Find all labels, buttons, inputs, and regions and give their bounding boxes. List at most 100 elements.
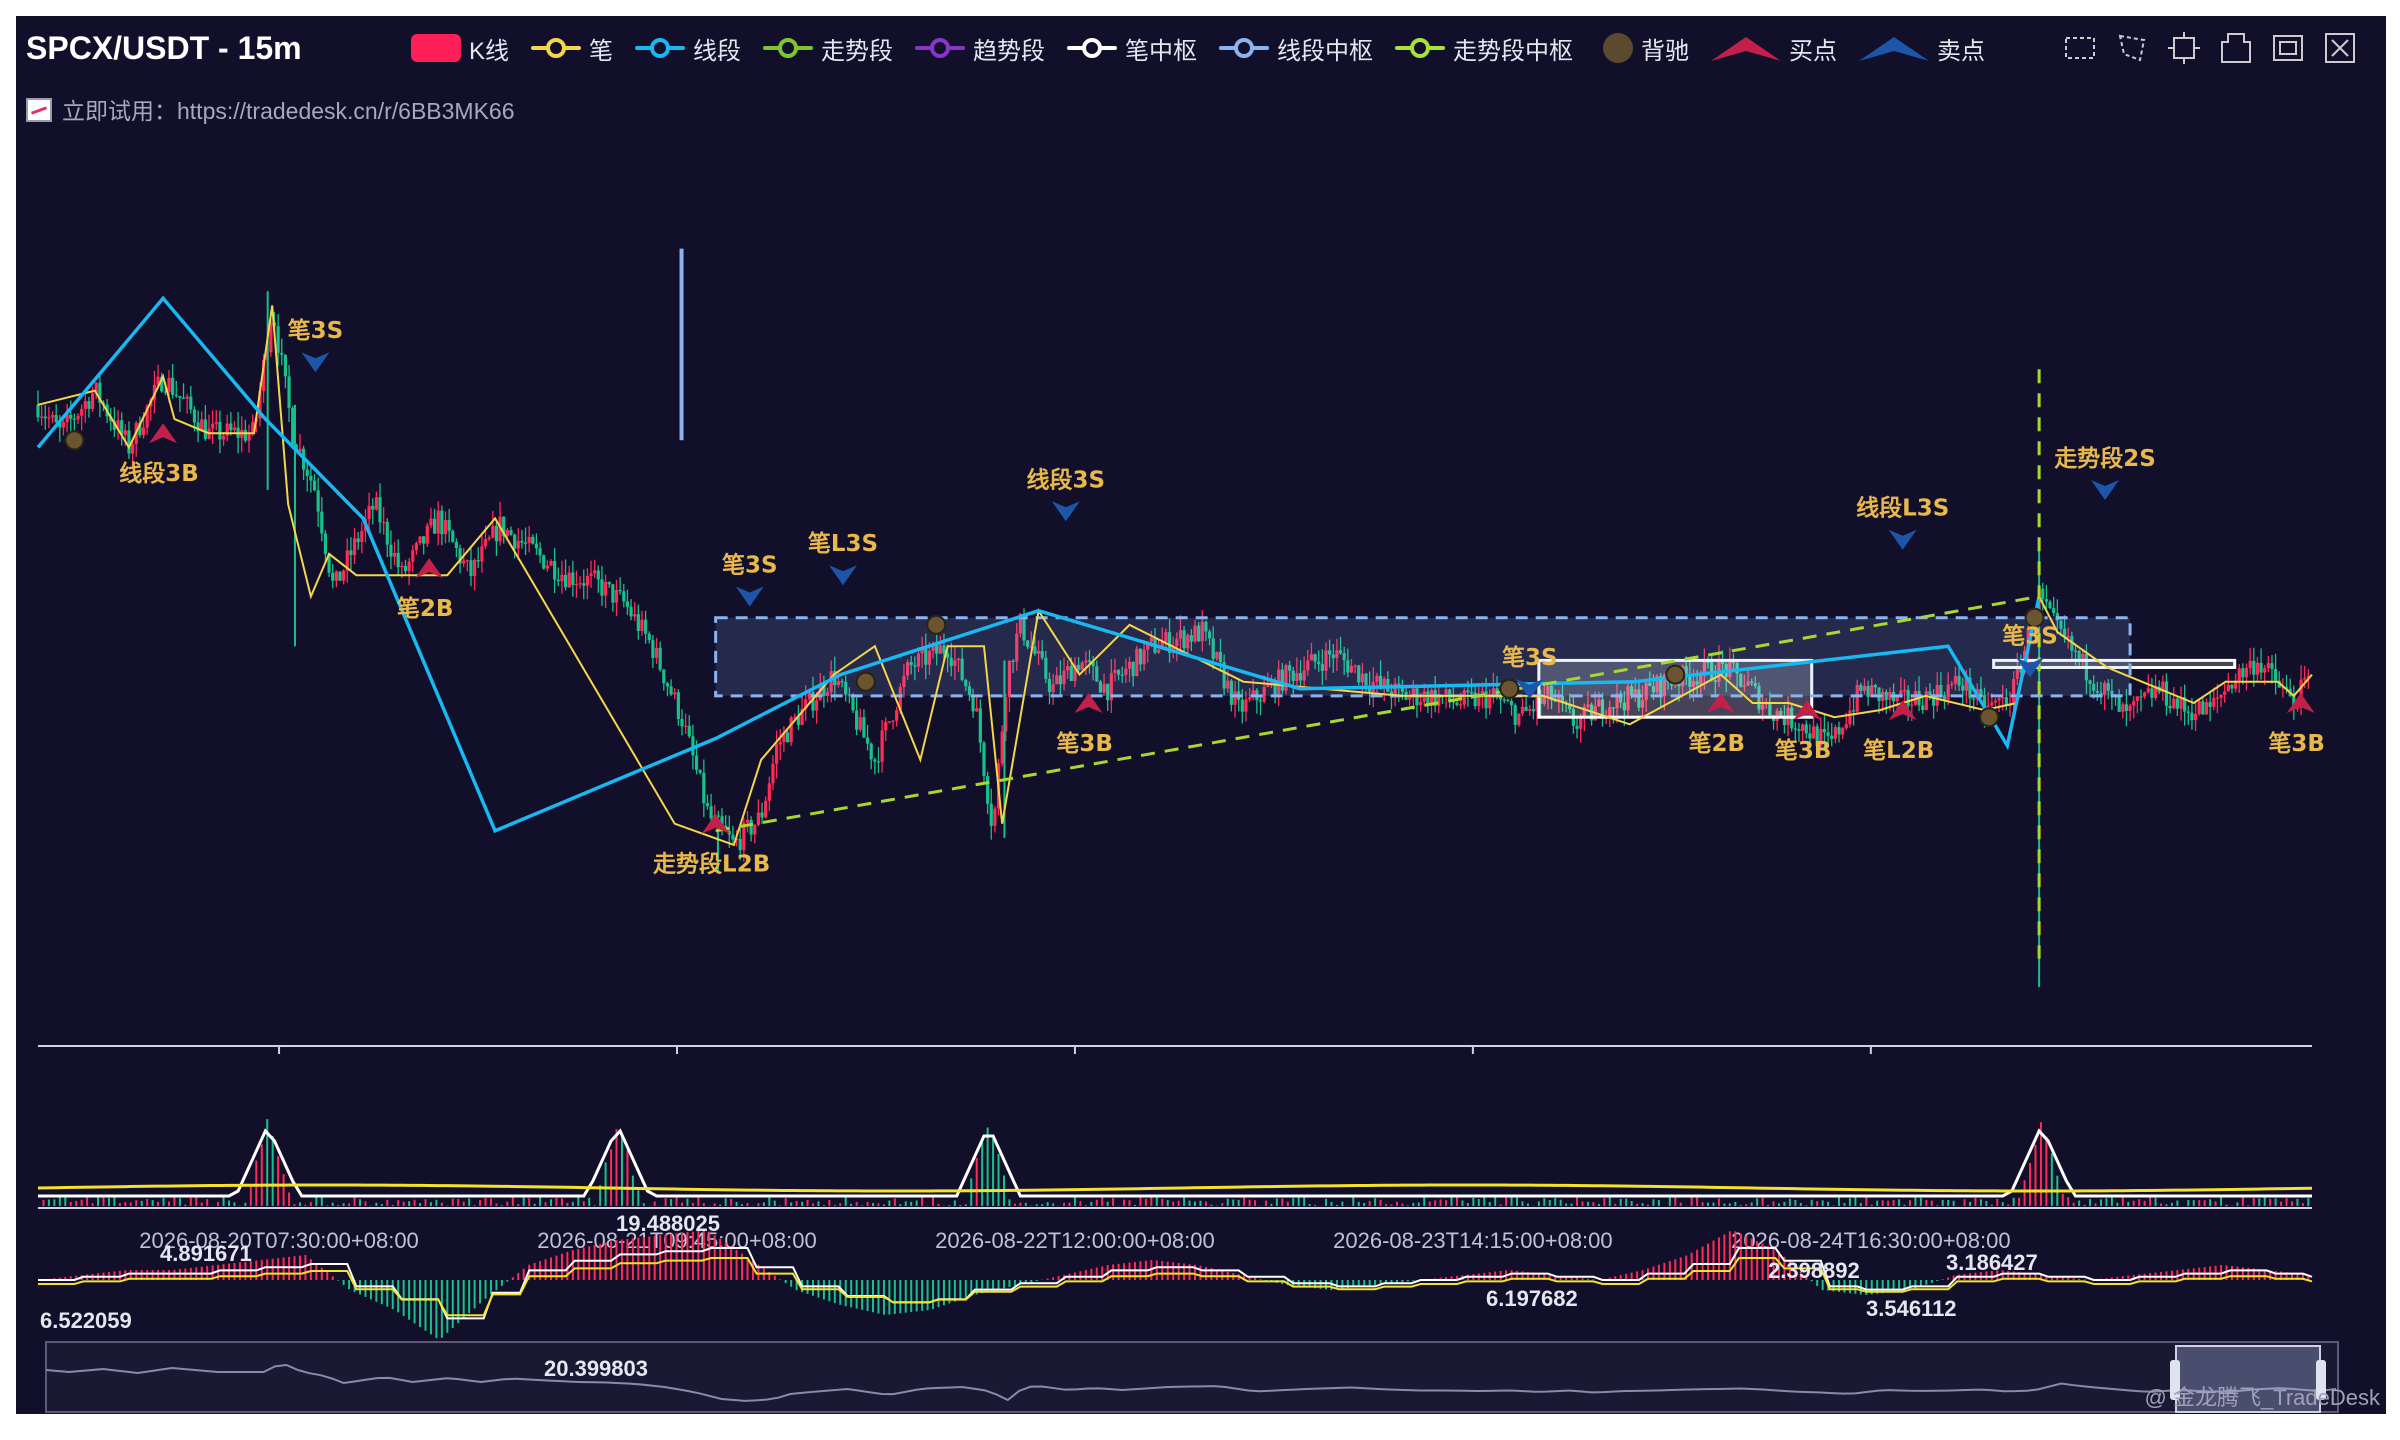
bi-line (37, 305, 2313, 847)
sell-point-label-3: 线段3S (1027, 466, 1106, 493)
x-tick-label-3: 2026-08-23T14:15:00+08:00 (1333, 1228, 1613, 1253)
candle-body (865, 737, 870, 744)
candle-body (203, 419, 207, 439)
candle-body (509, 530, 513, 535)
candle-body (785, 732, 790, 743)
candle-body (443, 520, 448, 535)
x-tick-label-2: 2026-08-22T12:00:00+08:00 (935, 1228, 1215, 1253)
candle-body (483, 539, 488, 547)
candle-body (600, 579, 604, 596)
candle-body (1822, 728, 1827, 733)
candle-body (585, 576, 589, 586)
candle-body (880, 730, 884, 762)
candle-body (538, 548, 542, 556)
candle-body (43, 416, 47, 419)
candle-body (862, 717, 866, 738)
candle-body (436, 510, 440, 534)
candle-body (389, 544, 393, 557)
candle-body (1524, 706, 1528, 711)
volume-group (37, 1119, 2310, 1206)
candle-body (309, 475, 313, 481)
candle-body (1841, 728, 1845, 735)
candle-body (352, 538, 357, 555)
candle-body (873, 759, 877, 762)
candle-body (480, 546, 484, 562)
volume-ma-yellow (37, 1183, 2313, 1193)
candle-body (1258, 700, 1263, 702)
candle-body (647, 633, 651, 641)
sell-point-label-4: 笔3S (1502, 644, 1558, 671)
candle-body (2143, 692, 2147, 697)
candle-body (1575, 725, 1579, 729)
candle-body (1826, 732, 1830, 736)
candle-body (1801, 724, 1805, 731)
candle-body (2128, 705, 2132, 712)
candle-body (560, 574, 564, 582)
chart-canvas[interactable]: 线段3B 笔2B 走势段L2B 笔3B 笔2B 笔3B 笔L2B 笔3B 笔3S 笔3S 笔L3S 线… (16, 16, 2386, 1414)
candle-body (2237, 668, 2241, 681)
candle-body (622, 591, 626, 602)
candle-body (247, 433, 251, 441)
candle-body (2248, 660, 2252, 668)
candle-body (414, 543, 418, 551)
candle-body (440, 510, 444, 535)
candle-body (636, 614, 640, 631)
candle-body (629, 606, 633, 617)
candle-body (2048, 601, 2052, 609)
candle-body (749, 819, 753, 835)
candle-body (2303, 677, 2307, 680)
candle-body (2201, 701, 2205, 715)
candle-body (658, 647, 662, 670)
candle-body (651, 640, 655, 658)
candle-body (76, 415, 80, 420)
candle-body (1509, 700, 1514, 706)
divergence-dot-4 (1979, 707, 2000, 728)
candle-body (869, 743, 873, 760)
candle-body (473, 559, 477, 576)
buy-point-marker-0 (149, 423, 178, 444)
candle-body (709, 806, 713, 819)
candle-body (1910, 704, 1914, 706)
candle-body (815, 700, 819, 711)
candle-body (2132, 701, 2136, 706)
candle-body (218, 421, 222, 440)
candle-body (614, 589, 619, 603)
candle-body (2241, 668, 2245, 678)
candle-body (738, 838, 742, 851)
candle-body (505, 530, 509, 537)
candle-body (2186, 711, 2190, 713)
candle-body (305, 469, 309, 476)
candle-body (633, 614, 637, 617)
candle-body (491, 525, 495, 538)
candle-body (978, 708, 982, 743)
candle-body (1797, 729, 1801, 731)
sell-point-marker-5 (1888, 529, 1917, 550)
candle-body (593, 570, 597, 574)
candle-body (1837, 727, 1841, 735)
divergence-dot-1 (926, 614, 947, 635)
candle-body (356, 538, 360, 543)
candle-body (760, 812, 764, 818)
candle-body (876, 761, 881, 763)
candle-body (280, 352, 284, 355)
candle-body (54, 415, 58, 423)
candle-body (1247, 697, 1252, 700)
candle-body (993, 808, 997, 826)
candle-body (396, 552, 400, 568)
candle-body (1517, 713, 1521, 725)
candle-body (531, 536, 535, 544)
candle-body (1513, 705, 1517, 725)
candle-body (662, 669, 666, 684)
candle-body (178, 396, 182, 398)
candle-body (229, 423, 233, 431)
candle-body (644, 619, 648, 634)
candle-body (211, 423, 215, 429)
candle-body (2121, 704, 2125, 712)
candle-body (767, 783, 771, 801)
candle-body (422, 536, 426, 544)
candle-body (676, 692, 680, 719)
candle-body (374, 497, 378, 510)
chart-panel: SPCX/USDT - 15m 立即试用：https://tradedesk.c… (16, 16, 2386, 1414)
candle-body (516, 540, 520, 549)
candle-body (684, 725, 688, 727)
